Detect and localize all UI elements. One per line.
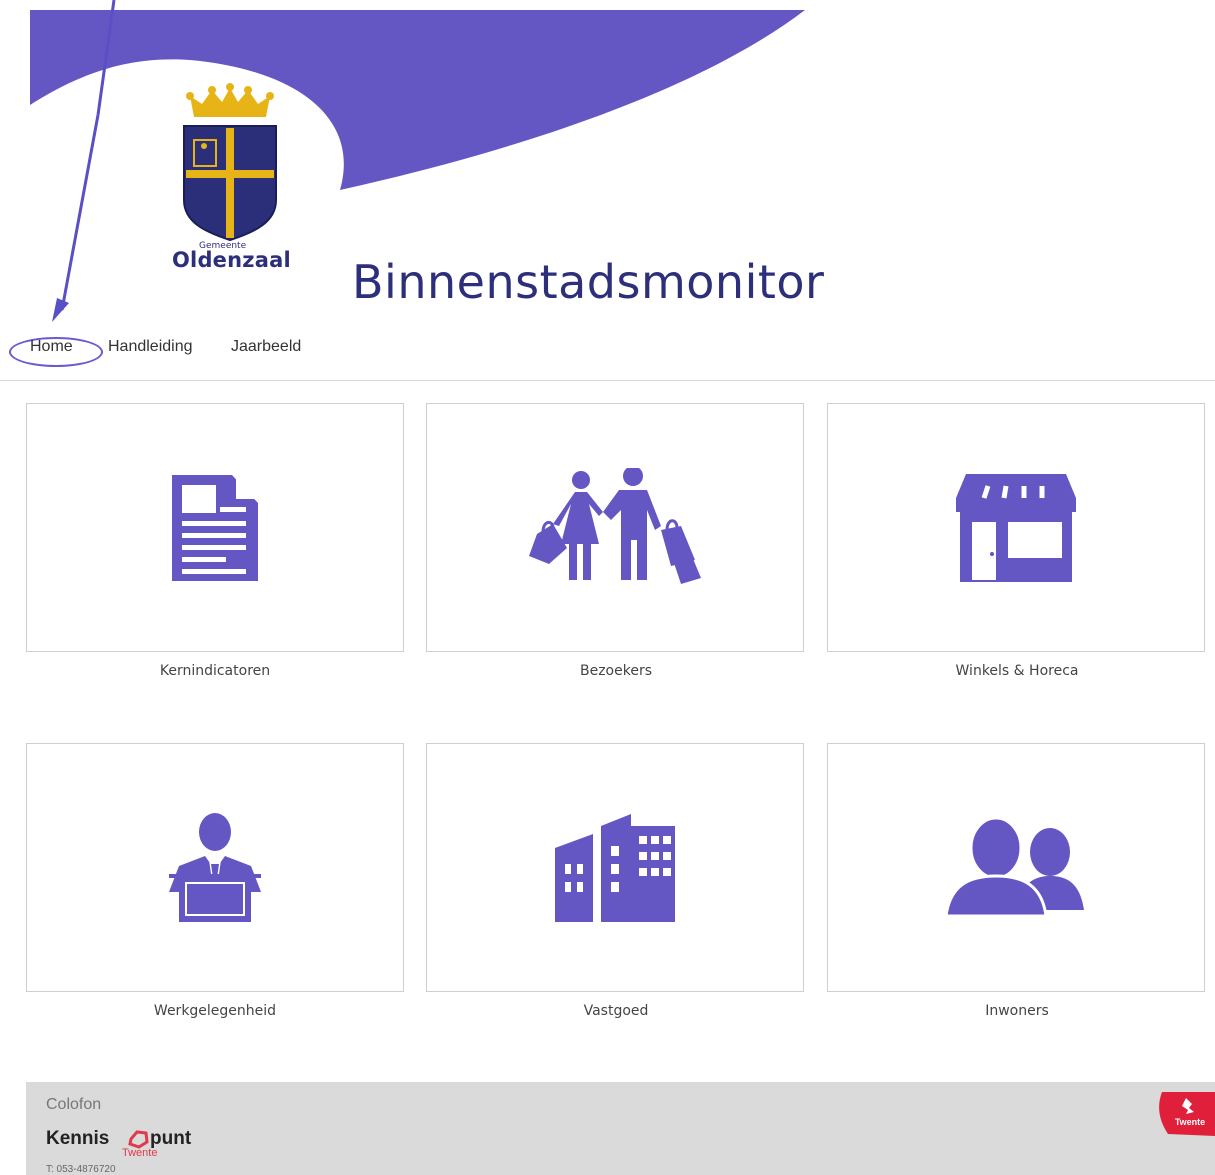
footer-title: Colofon bbox=[46, 1096, 102, 1113]
kennispunt-ring-icon bbox=[128, 1130, 149, 1149]
tile-inwoners[interactable] bbox=[827, 743, 1205, 992]
tile-label-winkels-horeca[interactable]: Winkels & Horeca bbox=[827, 663, 1207, 679]
tile-label-inwoners[interactable]: Inwoners bbox=[827, 1003, 1207, 1019]
nav-handleiding[interactable]: Handleiding bbox=[108, 338, 193, 356]
tile-label-vastgoed[interactable]: Vastgoed bbox=[426, 1003, 806, 1019]
logo-municipality-name: Oldenzaal bbox=[172, 248, 291, 272]
tile-label-werkgelegenheid[interactable]: Werkgelegenheid bbox=[25, 1003, 405, 1019]
residents-icon bbox=[946, 817, 1084, 917]
header: Gemeente Oldenzaal Binnenstadsmonitor bbox=[0, 0, 1215, 330]
buildings-icon bbox=[555, 813, 675, 922]
tile-bezoekers[interactable] bbox=[426, 403, 804, 652]
nav-divider bbox=[0, 380, 1215, 381]
page-title: Binnenstadsmonitor bbox=[352, 255, 825, 309]
footer-colofon: Colofon Kennis punt Twente T: 053-487672… bbox=[26, 1082, 1215, 1175]
nav-jaarbeeld[interactable]: Jaarbeeld bbox=[231, 338, 301, 356]
storefront-icon bbox=[956, 473, 1076, 582]
tile-kernindicatoren[interactable] bbox=[26, 403, 404, 652]
tile-label-kernindicatoren[interactable]: Kernindicatoren bbox=[25, 663, 405, 679]
tile-winkels-horeca[interactable] bbox=[827, 403, 1205, 652]
document-icon bbox=[172, 474, 258, 581]
tile-label-bezoekers[interactable]: Bezoekers bbox=[426, 663, 806, 679]
nav-home[interactable]: Home bbox=[30, 338, 73, 356]
twente-badge-logo[interactable]: Twente bbox=[1156, 1092, 1215, 1136]
twente-badge-text: Twente bbox=[1175, 1117, 1205, 1127]
kennispunt-name-part1: Kennis bbox=[46, 1128, 110, 1149]
footer-phone: T: 053-4876720 bbox=[46, 1164, 116, 1175]
tile-vastgoed[interactable] bbox=[426, 743, 804, 992]
worker-at-desk-icon bbox=[169, 812, 261, 922]
kennispunt-name-sub: Twente bbox=[122, 1147, 158, 1159]
shoppers-icon bbox=[529, 467, 701, 584]
tile-werkgelegenheid[interactable] bbox=[26, 743, 404, 992]
annotation-arrow bbox=[52, 0, 116, 322]
